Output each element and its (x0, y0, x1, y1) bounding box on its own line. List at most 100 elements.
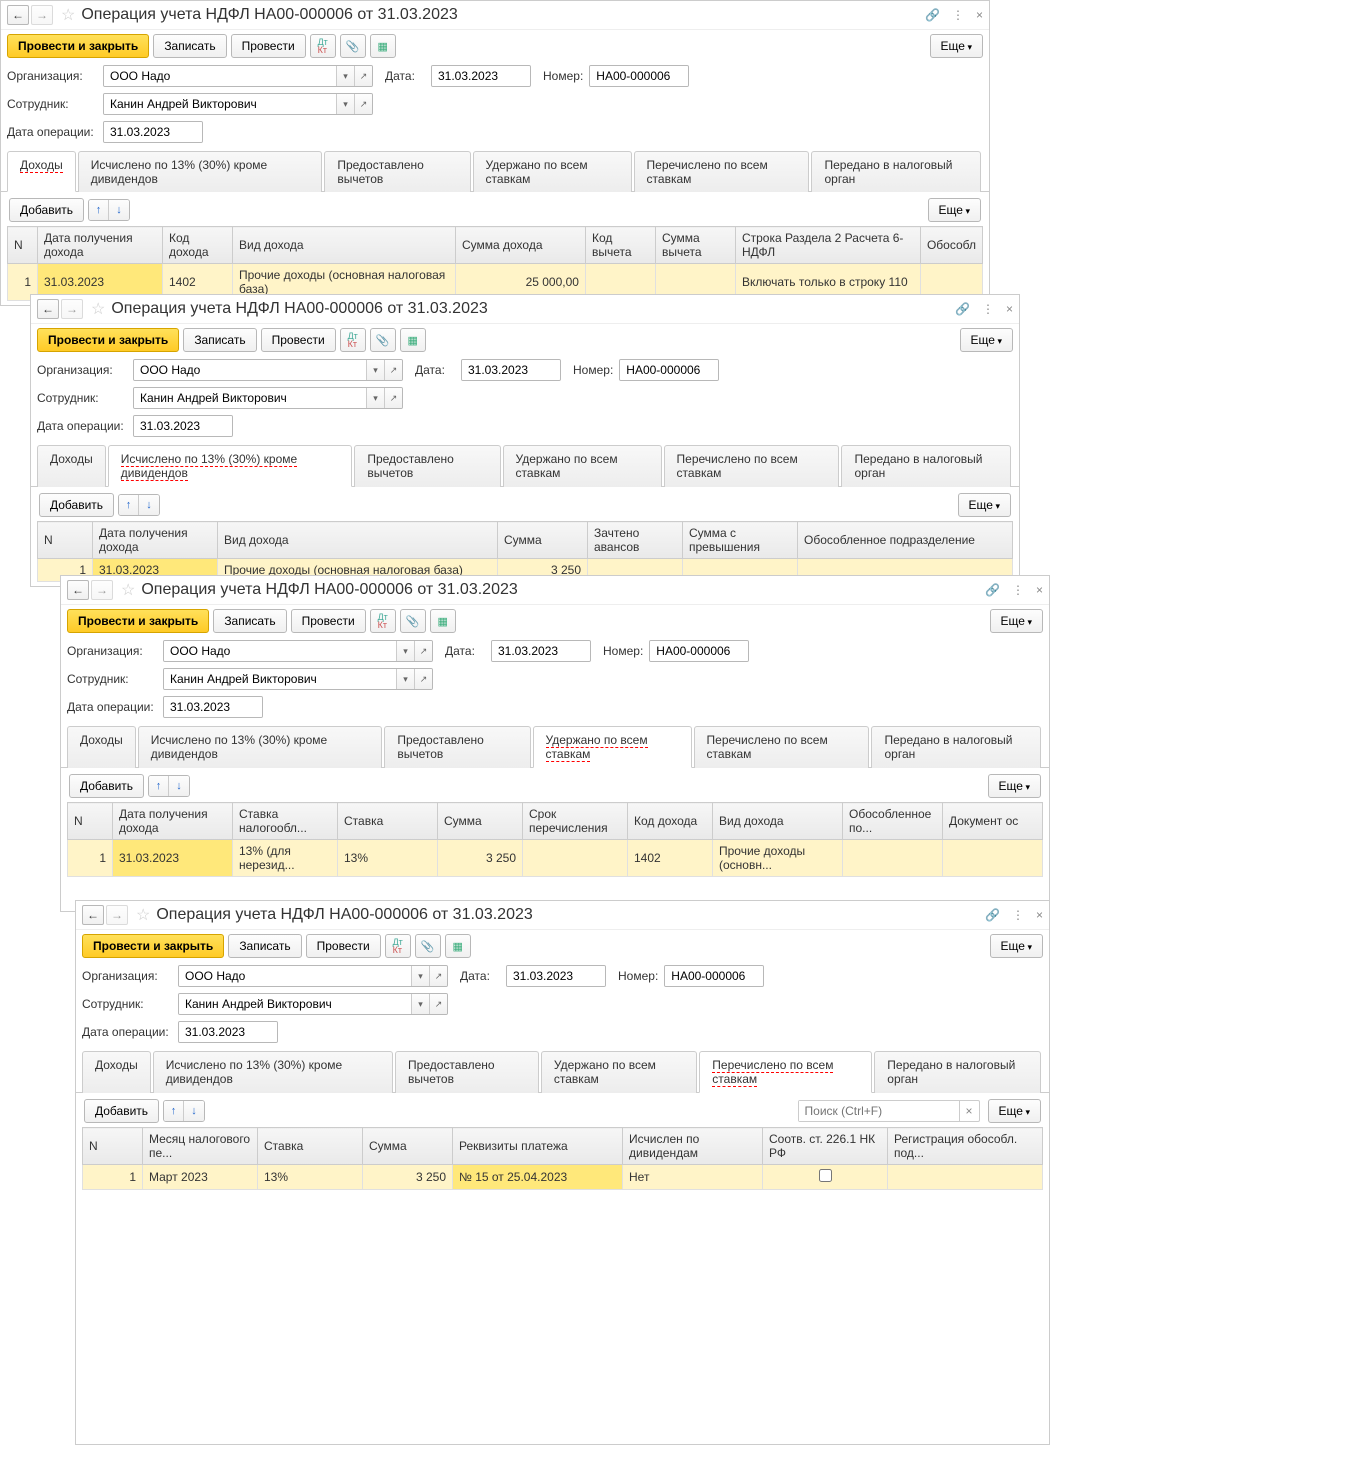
tab-calc13[interactable]: Исчислено по 13% (30%) кроме дивидендов (153, 1051, 393, 1093)
tab-withheld[interactable]: Удержано по всем ставкам (473, 151, 632, 192)
write-button[interactable]: Записать (228, 934, 301, 958)
menu-icon[interactable]: ⋮ (952, 8, 964, 22)
open-icon[interactable]: ↗ (354, 66, 372, 86)
close-icon[interactable]: × (1006, 302, 1013, 316)
back-button[interactable]: ← (82, 905, 104, 925)
calc-table[interactable]: N Дата получения дохода Вид дохода Сумма… (37, 521, 1013, 582)
tab-calc13[interactable]: Исчислено по 13% (30%) кроме дивидендов (108, 445, 353, 487)
tab-deductions[interactable]: Предоставлено вычетов (395, 1051, 539, 1093)
tab-taxauth[interactable]: Передано в налоговый орган (871, 726, 1041, 768)
post-close-button[interactable]: Провести и закрыть (67, 609, 209, 633)
search-box[interactable]: × (798, 1100, 980, 1122)
dtkt-icon[interactable]: ДтКт (385, 934, 411, 958)
report-icon[interactable]: ▦ (430, 609, 456, 633)
close-icon[interactable]: × (1036, 583, 1043, 597)
tab-withheld[interactable]: Удержано по всем ставкам (533, 726, 692, 768)
open-icon[interactable]: ↗ (354, 94, 372, 114)
post-button[interactable]: Провести (306, 934, 381, 958)
more-button[interactable]: Еще (988, 774, 1041, 798)
org-field[interactable]: ▾ ↗ (103, 65, 373, 87)
tab-calc13[interactable]: Исчислено по 13% (30%) кроме дивидендов (138, 726, 383, 768)
add-button[interactable]: Добавить (69, 774, 144, 798)
tab-income[interactable]: Доходы (7, 151, 76, 192)
dropdown-icon[interactable]: ▾ (336, 94, 354, 114)
forward-button[interactable]: → (91, 580, 113, 600)
back-button[interactable]: ← (67, 580, 89, 600)
tab-income[interactable]: Доходы (67, 726, 136, 768)
table-row[interactable]: 1 31.03.2023 13% (для нерезид... 13% 3 2… (68, 840, 1043, 877)
report-icon[interactable]: ▦ (370, 34, 396, 58)
write-button[interactable]: Записать (153, 34, 226, 58)
more-button[interactable]: Еще (928, 198, 981, 222)
withheld-table[interactable]: N Дата получения дохода Ставка налогообл… (67, 802, 1043, 877)
star-icon[interactable]: ☆ (121, 580, 135, 600)
attach-icon[interactable]: 📎 (400, 609, 426, 633)
menu-icon[interactable]: ⋮ (1012, 583, 1024, 597)
star-icon[interactable]: ☆ (91, 299, 105, 319)
table-row[interactable]: 1 Март 2023 13% 3 250 № 15 от 25.04.2023… (83, 1165, 1043, 1190)
post-close-button[interactable]: Провести и закрыть (82, 934, 224, 958)
more-button[interactable]: Еще (960, 328, 1013, 352)
tab-withheld[interactable]: Удержано по всем ставкам (541, 1051, 697, 1093)
tab-income[interactable]: Доходы (37, 445, 106, 487)
back-button[interactable]: ← (37, 299, 59, 319)
add-button[interactable]: Добавить (84, 1099, 159, 1123)
forward-button[interactable]: → (106, 905, 128, 925)
dtkt-icon[interactable]: ДтКт (370, 609, 396, 633)
attach-icon[interactable]: 📎 (415, 934, 441, 958)
add-button[interactable]: Добавить (39, 493, 114, 517)
more-button[interactable]: Еще (988, 1099, 1041, 1123)
tab-taxauth[interactable]: Передано в налоговый орган (841, 445, 1011, 487)
tab-taxauth[interactable]: Передано в налоговый орган (874, 1051, 1041, 1093)
tab-deductions[interactable]: Предоставлено вычетов (384, 726, 530, 768)
tab-transferred[interactable]: Перечислено по всем ставкам (634, 151, 810, 192)
income-table[interactable]: N Дата получения дохода Код дохода Вид д… (7, 226, 983, 301)
num-field[interactable] (589, 65, 689, 87)
link-icon[interactable]: 🔗 (925, 8, 940, 22)
tab-income[interactable]: Доходы (82, 1051, 151, 1093)
menu-icon[interactable]: ⋮ (1012, 908, 1024, 922)
tab-withheld[interactable]: Удержано по всем ставкам (503, 445, 662, 487)
forward-button[interactable]: → (31, 5, 53, 25)
tab-deductions[interactable]: Предоставлено вычетов (324, 151, 470, 192)
date-field[interactable]: ▦ (431, 65, 531, 87)
close-icon[interactable]: × (1036, 908, 1043, 922)
move-buttons[interactable]: ↑↓ (88, 199, 130, 221)
tab-taxauth[interactable]: Передано в налоговый орган (811, 151, 981, 192)
dtkt-icon[interactable]: ДтКт (310, 34, 336, 58)
more-button[interactable]: Еще (990, 934, 1043, 958)
post-button[interactable]: Провести (291, 609, 366, 633)
post-close-button[interactable]: Провести и закрыть (7, 34, 149, 58)
star-icon[interactable]: ☆ (136, 905, 150, 925)
link-icon[interactable]: 🔗 (985, 908, 1000, 922)
tab-transferred[interactable]: Перечислено по всем ставкам (664, 445, 840, 487)
star-icon[interactable]: ☆ (61, 5, 75, 25)
tab-transferred[interactable]: Перечислено по всем ставкам (694, 726, 870, 768)
menu-icon[interactable]: ⋮ (982, 302, 994, 316)
tab-transferred[interactable]: Перечислено по всем ставкам (699, 1051, 872, 1093)
close-icon[interactable]: × (976, 8, 983, 22)
post-button[interactable]: Провести (231, 34, 306, 58)
add-button[interactable]: Добавить (9, 198, 84, 222)
opdate-field[interactable]: ▦ (103, 121, 203, 143)
forward-button[interactable]: → (61, 299, 83, 319)
write-button[interactable]: Записать (183, 328, 256, 352)
report-icon[interactable]: ▦ (445, 934, 471, 958)
post-button[interactable]: Провести (261, 328, 336, 352)
tab-deductions[interactable]: Предоставлено вычетов (354, 445, 500, 487)
more-button[interactable]: Еще (930, 34, 983, 58)
write-button[interactable]: Записать (213, 609, 286, 633)
more-button[interactable]: Еще (990, 609, 1043, 633)
checkbox[interactable] (819, 1169, 832, 1182)
attach-icon[interactable]: 📎 (370, 328, 396, 352)
dtkt-icon[interactable]: ДтКт (340, 328, 366, 352)
search-input[interactable] (799, 1101, 959, 1121)
link-icon[interactable]: 🔗 (955, 302, 970, 316)
more-button[interactable]: Еще (958, 493, 1011, 517)
emp-field[interactable]: ▾ ↗ (103, 93, 373, 115)
post-close-button[interactable]: Провести и закрыть (37, 328, 179, 352)
clear-icon[interactable]: × (959, 1101, 979, 1121)
transferred-table[interactable]: N Месяц налогового пе... Ставка Сумма Ре… (82, 1127, 1043, 1190)
tab-calc13[interactable]: Исчислено по 13% (30%) кроме дивидендов (78, 151, 323, 192)
report-icon[interactable]: ▦ (400, 328, 426, 352)
